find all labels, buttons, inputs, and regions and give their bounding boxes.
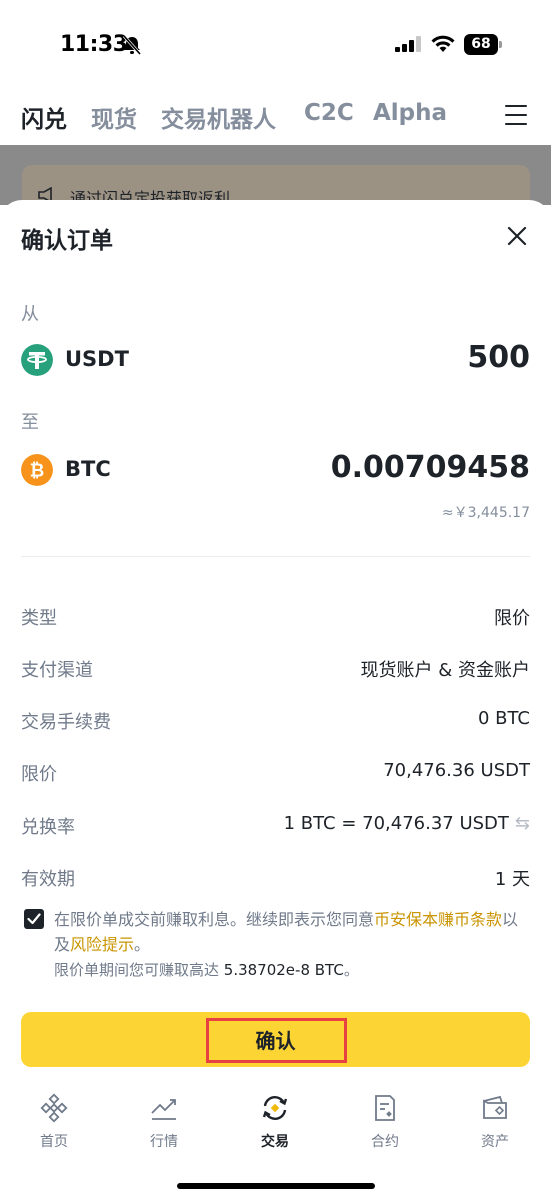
consent-text: 在限价单成交前赚取利息。继续即表示您同意币安保本赚币条款以及风险提示。 (54, 907, 534, 957)
nav-label: 资产 (481, 1134, 509, 1150)
nav-trade[interactable]: 交易 (235, 1093, 315, 1151)
modal-backdrop[interactable]: 通过闪兑定投获取返利 (0, 145, 551, 225)
to-coin-name: BTC (65, 457, 111, 481)
cellular-signal-icon (395, 36, 421, 52)
bottom-nav: 首页 行情 交易 合约 资产 (0, 1093, 551, 1163)
bell-muted-icon (122, 35, 142, 55)
tab-flash-swap[interactable]: 闪兑 (21, 100, 67, 134)
detail-row-fee: 交易手续费 0 BTC (21, 708, 530, 736)
checkmark-icon (27, 913, 41, 925)
nav-label: 合约 (371, 1134, 399, 1150)
tab-c2c[interactable]: C2C (304, 100, 354, 126)
tab-alpha[interactable]: Alpha (373, 100, 447, 126)
tab-spot[interactable]: 现货 (91, 100, 137, 134)
battery-icon: 68 (464, 34, 502, 55)
nav-futures[interactable]: 合约 (345, 1093, 425, 1151)
close-icon[interactable] (505, 224, 529, 248)
home-indicator (177, 1183, 375, 1189)
detail-row-payment-channel: 支付渠道 现货账户 & 资金账户 (21, 656, 530, 684)
detail-row-limit-price: 限价 70,476.36 USDT (21, 760, 530, 788)
earn-prefix: 限价单期间您可赚取高达 (54, 961, 224, 979)
nav-label: 首页 (40, 1134, 68, 1150)
battery-level: 68 (464, 34, 498, 55)
detail-value: 现货账户 & 资金账户 (360, 660, 530, 681)
nav-markets[interactable]: 行情 (124, 1093, 204, 1151)
consent-text-a: 在限价单成交前赚取利息。继续即表示您同意 (54, 910, 375, 929)
detail-label: 兑换率 (21, 817, 75, 838)
svg-text:₿: ₿ (30, 461, 45, 482)
rate-text: 1 BTC = 70,476.37 USDT (283, 813, 509, 834)
from-label: 从 (21, 304, 39, 325)
earn-amount: 5.38702e-8 BTC (223, 961, 344, 979)
to-amount: 0.00709458 (330, 450, 530, 485)
trade-icon (262, 1096, 288, 1120)
detail-value: 限价 (494, 608, 530, 629)
detail-label: 类型 (21, 608, 57, 629)
detail-label: 交易手续费 (21, 712, 111, 733)
nav-home[interactable]: 首页 (14, 1093, 94, 1151)
detail-value: 1 天 (494, 869, 530, 890)
consent-checkbox[interactable] (24, 909, 44, 929)
nav-assets[interactable]: 资产 (455, 1093, 535, 1151)
earn-estimate: 限价单期间您可赚取高达 5.38702e-8 BTC。 (54, 959, 359, 980)
sheet-title: 确认订单 (21, 228, 113, 254)
fiat-approx-value: ≈￥3,445.17 (441, 505, 530, 521)
top-tabs: 闪兑 现货 交易机器人 C2C Alpha (0, 90, 551, 145)
detail-label: 限价 (21, 764, 57, 785)
detail-label: 有效期 (21, 869, 75, 890)
detail-row-rate: 兑换率 1 BTC = 70,476.37 USDT ⇆ (21, 813, 530, 841)
detail-label: 支付渠道 (21, 660, 93, 681)
from-coin-name: USDT (65, 347, 129, 371)
menu-icon[interactable] (505, 105, 527, 125)
terms-link[interactable]: 币安保本赚币条款 (374, 910, 502, 929)
from-amount: 500 (467, 340, 530, 375)
detail-value: 70,476.36 USDT (383, 760, 530, 781)
detail-row-validity: 有效期 1 天 (21, 865, 530, 893)
swap-arrows-icon[interactable]: ⇆ (515, 813, 530, 834)
detail-value: 0 BTC (477, 708, 530, 729)
tab-trading-bots[interactable]: 交易机器人 (161, 100, 276, 134)
confirm-order-sheet: 确认订单 从 USDT 500 至 ₿ BTC 0.00709458 ≈￥3,4… (0, 200, 551, 1200)
status-time: 11:33 (60, 32, 128, 57)
markets-icon (151, 1099, 176, 1120)
futures-icon (375, 1095, 395, 1121)
detail-value-rate: 1 BTC = 70,476.37 USDT ⇆ (284, 813, 530, 834)
btc-logo-icon: ₿ (21, 454, 53, 486)
detail-row-type: 类型 限价 (21, 604, 530, 632)
to-coin-row: ₿ BTC 0.00709458 (21, 450, 530, 490)
nav-label: 交易 (261, 1134, 289, 1150)
earn-suffix: 。 (343, 961, 359, 979)
from-coin-row: USDT 500 (21, 340, 530, 380)
wifi-icon (431, 35, 455, 52)
confirm-label: 确认 (255, 1029, 296, 1053)
divider (21, 556, 530, 557)
status-bar: 11:33 68 (0, 0, 551, 90)
to-label: 至 (21, 412, 39, 433)
confirm-button[interactable]: 确认 (21, 1012, 530, 1067)
consent-text-c: 。 (134, 935, 151, 954)
usdt-logo-icon (21, 344, 53, 376)
nav-label: 行情 (150, 1134, 178, 1150)
wallet-icon (483, 1095, 507, 1119)
home-icon (40, 1093, 68, 1123)
risk-link[interactable]: 风险提示 (70, 935, 134, 954)
